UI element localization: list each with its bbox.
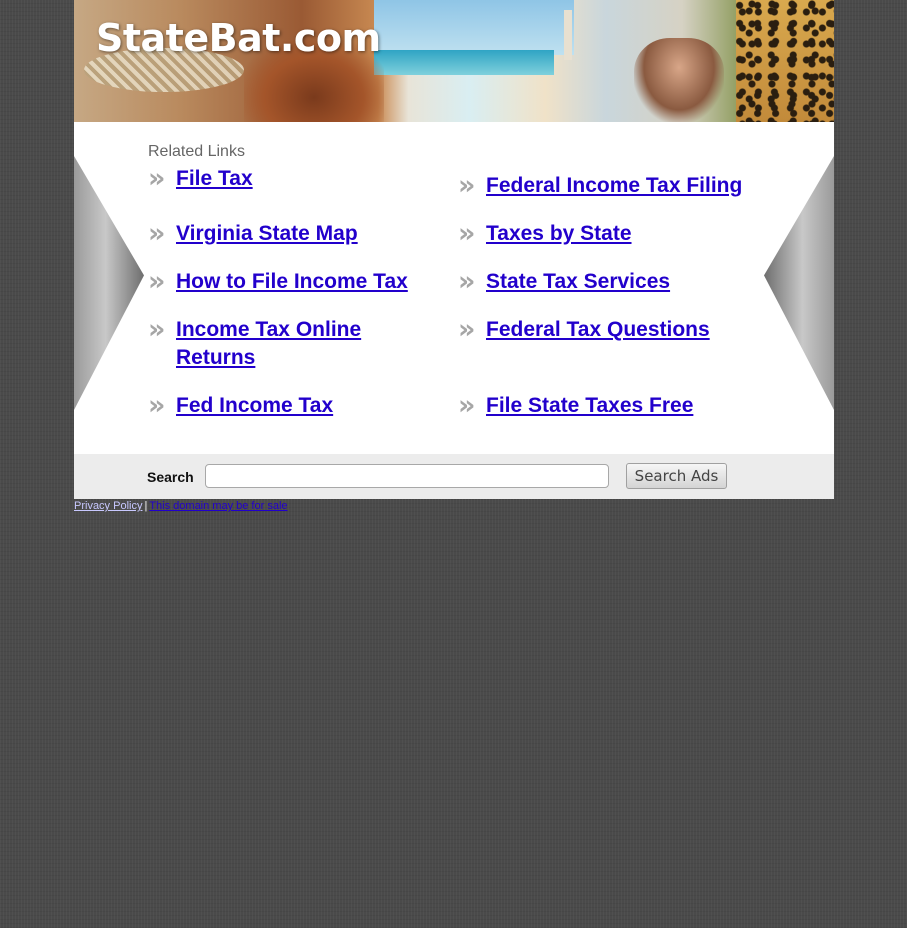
banner-sky-image — [374, 0, 574, 55]
double-chevron-right-icon: » — [458, 390, 476, 421]
related-link-federal-income-tax-filing[interactable]: Federal Income Tax Filing — [486, 172, 742, 200]
related-link-item: » State Tax Services — [458, 268, 758, 296]
domain-for-sale-link[interactable]: This domain may be for sale — [149, 500, 287, 512]
related-link-item: » File Tax — [148, 165, 418, 193]
double-chevron-right-icon: » — [148, 218, 166, 249]
double-chevron-right-icon: » — [458, 218, 476, 249]
double-chevron-right-icon: » — [148, 390, 166, 421]
related-links-panel: Related Links » File Tax » Virginia Stat… — [74, 122, 834, 454]
related-link-item: » How to File Income Tax — [148, 268, 418, 296]
related-link-item: » Fed Income Tax — [148, 392, 418, 420]
related-link-item: » Virginia State Map — [148, 220, 418, 248]
related-links-heading: Related Links — [148, 143, 245, 160]
search-bar: Search Search Ads — [74, 454, 834, 499]
related-link-fed-income-tax[interactable]: Fed Income Tax — [176, 392, 333, 420]
search-label: Search — [147, 469, 194, 485]
double-chevron-right-icon: » — [148, 163, 166, 194]
right-arrow-decoration — [764, 156, 834, 410]
banner-couple-image — [634, 38, 724, 122]
related-link-item: » File State Taxes Free — [458, 392, 758, 420]
double-chevron-right-icon: » — [458, 170, 476, 201]
page-wrapper: StateBat.com Related Links » File Tax » … — [74, 0, 834, 512]
double-chevron-right-icon: » — [458, 314, 476, 345]
site-title: StateBat.com — [96, 16, 381, 60]
related-link-item: » Federal Income Tax Filing — [458, 172, 758, 200]
double-chevron-right-icon: » — [458, 266, 476, 297]
footer: Privacy Policy | This domain may be for sa… — [74, 499, 834, 512]
related-link-federal-tax-questions[interactable]: Federal Tax Questions — [486, 316, 710, 344]
search-ads-button[interactable]: Search Ads — [626, 463, 727, 489]
banner-sea-image — [374, 50, 554, 75]
related-link-item: » Income Tax Online Returns — [148, 316, 398, 372]
related-link-taxes-by-state[interactable]: Taxes by State — [486, 220, 632, 248]
double-chevron-right-icon: » — [148, 266, 166, 297]
header-banner: StateBat.com — [74, 0, 834, 122]
banner-tower-image — [564, 10, 572, 60]
related-link-state-tax-services[interactable]: State Tax Services — [486, 268, 670, 296]
related-link-how-to-file-income-tax[interactable]: How to File Income Tax — [176, 268, 408, 296]
related-link-file-tax[interactable]: File Tax — [176, 165, 253, 193]
double-chevron-right-icon: » — [148, 314, 166, 345]
footer-separator: | — [144, 500, 148, 512]
banner-cheetah-image — [736, 0, 834, 122]
privacy-policy-link[interactable]: Privacy Policy — [74, 500, 142, 512]
related-link-virginia-state-map[interactable]: Virginia State Map — [176, 220, 358, 248]
related-link-item: » Taxes by State — [458, 220, 758, 248]
related-link-file-state-taxes-free[interactable]: File State Taxes Free — [486, 392, 693, 420]
related-link-item: » Federal Tax Questions — [458, 316, 758, 344]
search-input[interactable] — [205, 464, 609, 488]
related-link-income-tax-online-returns[interactable]: Income Tax Online Returns — [176, 316, 398, 372]
left-arrow-decoration — [74, 156, 144, 410]
